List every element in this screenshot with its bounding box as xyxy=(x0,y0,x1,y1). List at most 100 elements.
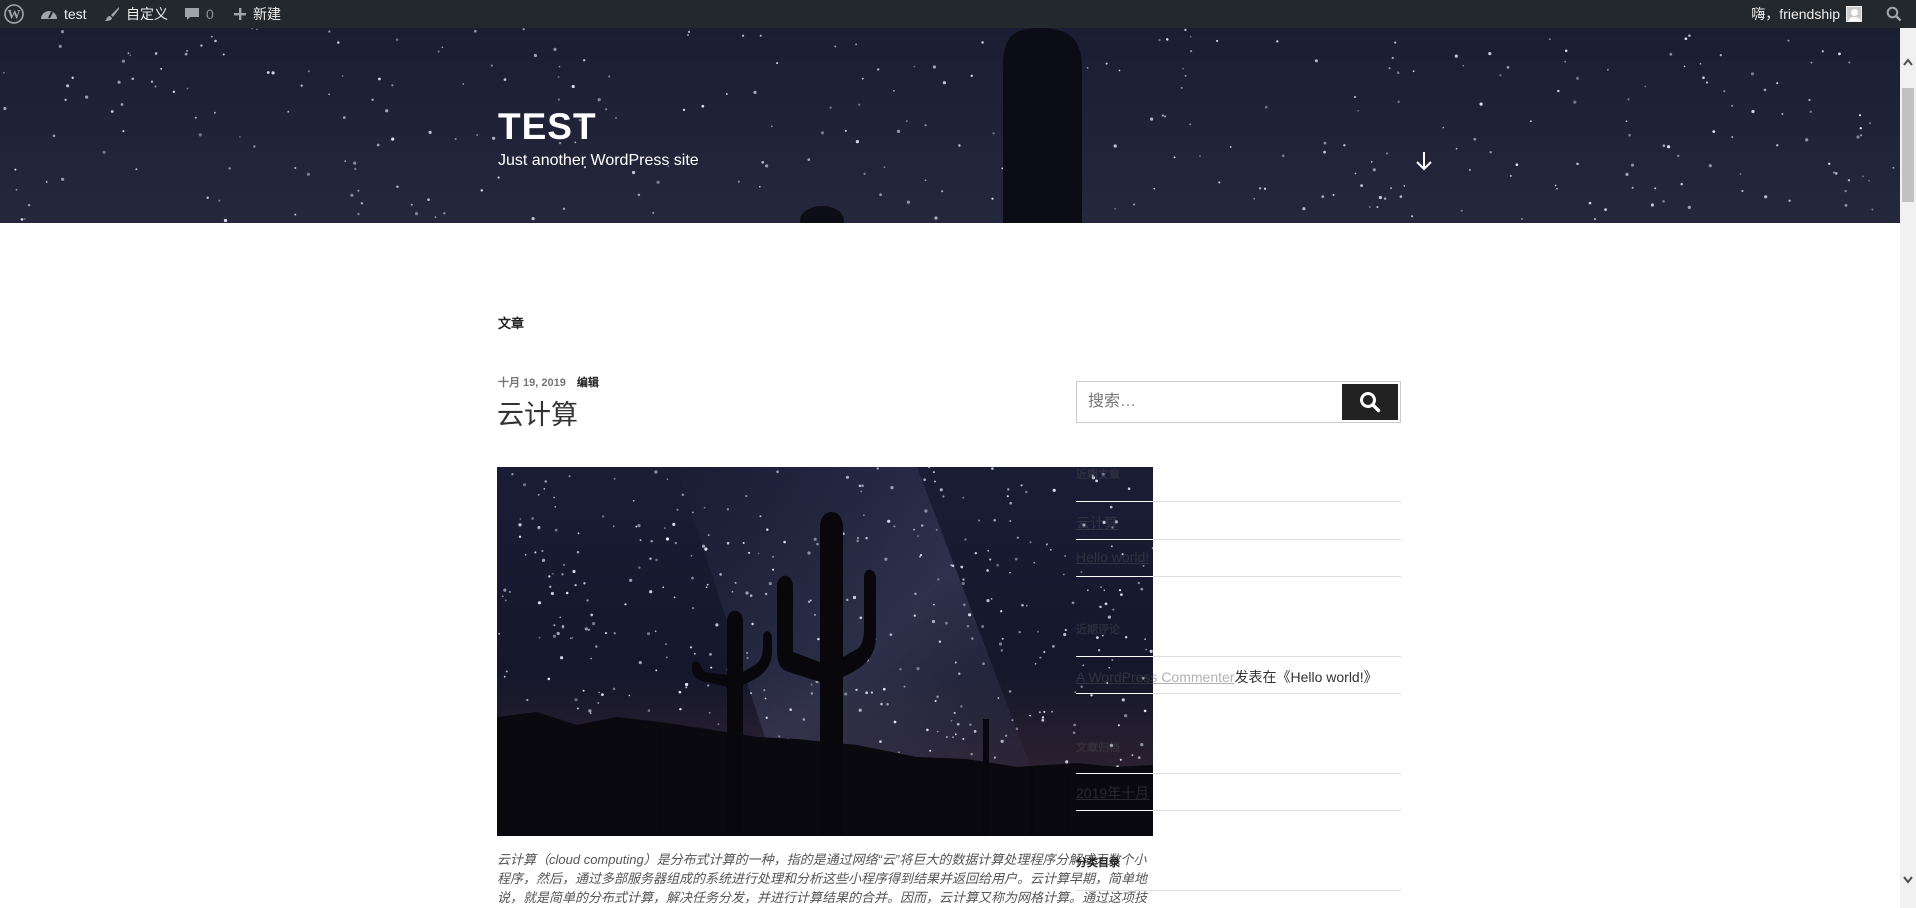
star xyxy=(929,749,932,752)
plus-icon xyxy=(234,8,246,20)
star xyxy=(1397,100,1400,104)
customize-link[interactable]: 自定义 xyxy=(104,0,168,28)
edit-post-link[interactable]: 编辑 xyxy=(577,374,599,390)
admin-search-button[interactable] xyxy=(1886,0,1902,28)
star xyxy=(1809,110,1812,113)
star xyxy=(1111,545,1113,548)
star xyxy=(1488,52,1492,56)
page-title: 文章 xyxy=(498,316,525,331)
star xyxy=(1821,50,1824,53)
comment-post-link[interactable]: 《Hello world!》 xyxy=(1276,669,1377,685)
star xyxy=(490,64,494,67)
star xyxy=(391,84,394,87)
archive-link[interactable]: 2019年十月 xyxy=(1076,783,1149,803)
star xyxy=(1073,723,1076,727)
scroll-down-arrow-icon[interactable] xyxy=(1903,876,1913,884)
star xyxy=(595,645,598,648)
star xyxy=(127,52,130,55)
search-submit-button[interactable] xyxy=(1342,384,1398,420)
star xyxy=(1029,541,1032,544)
star xyxy=(1004,734,1008,737)
star xyxy=(701,544,706,548)
site-name-link[interactable]: test xyxy=(40,0,87,28)
star xyxy=(1479,102,1483,106)
star xyxy=(1856,135,1860,139)
star xyxy=(628,694,631,697)
comments-count: 0 xyxy=(206,6,214,22)
star xyxy=(859,616,863,620)
search-input[interactable] xyxy=(1077,382,1347,422)
my-account-link[interactable]: 嗨，friendship xyxy=(1751,0,1862,28)
star xyxy=(937,578,940,581)
site-title[interactable]: TEST xyxy=(498,106,597,148)
new-content-link[interactable]: 新建 xyxy=(233,0,281,28)
star xyxy=(707,534,710,537)
star xyxy=(1124,714,1128,718)
comment-author-link[interactable]: A WordPress Commenter xyxy=(1076,669,1234,685)
star xyxy=(1103,589,1106,592)
star xyxy=(1650,203,1654,207)
star xyxy=(1302,207,1306,211)
star xyxy=(705,586,708,589)
scroll-up-arrow-icon[interactable] xyxy=(1903,58,1913,66)
star xyxy=(968,613,972,617)
star xyxy=(462,83,465,85)
recent-post-link[interactable]: 云计算 xyxy=(1076,513,1118,533)
star xyxy=(1515,163,1519,167)
star xyxy=(749,594,753,597)
star xyxy=(1120,593,1123,596)
star xyxy=(1343,144,1346,147)
star xyxy=(584,627,588,631)
post-featured-image[interactable] xyxy=(497,467,1153,836)
star xyxy=(765,716,768,719)
star xyxy=(1828,162,1831,165)
post-date[interactable]: 十月 19, 2019 xyxy=(498,374,566,390)
star xyxy=(503,78,507,81)
star xyxy=(200,44,203,47)
star xyxy=(1683,65,1686,68)
star xyxy=(689,646,693,649)
star xyxy=(256,28,258,31)
comments-link[interactable]: 0 xyxy=(184,0,214,28)
star xyxy=(886,703,889,706)
star xyxy=(538,636,541,639)
star xyxy=(350,193,354,197)
star xyxy=(533,53,538,58)
star xyxy=(893,525,896,528)
star xyxy=(889,633,893,637)
star xyxy=(85,95,89,99)
star xyxy=(571,84,575,89)
star xyxy=(632,499,635,502)
star xyxy=(577,532,580,535)
star xyxy=(328,30,331,33)
star xyxy=(1662,200,1665,203)
star xyxy=(936,730,939,733)
star xyxy=(1847,179,1851,182)
star xyxy=(987,549,990,552)
star xyxy=(934,216,938,220)
star xyxy=(574,583,577,587)
post-title[interactable]: 云计算 xyxy=(497,393,578,432)
star xyxy=(635,525,638,528)
scroll-down-arrow-icon[interactable] xyxy=(1414,150,1434,172)
scrollbar-thumb[interactable] xyxy=(1902,88,1914,202)
star xyxy=(1844,204,1848,207)
star xyxy=(1064,555,1066,557)
star xyxy=(576,707,579,710)
star xyxy=(860,490,863,493)
star xyxy=(880,702,883,706)
star xyxy=(935,528,938,531)
star xyxy=(1368,206,1371,208)
star xyxy=(1631,186,1634,189)
star xyxy=(395,38,399,41)
recent-post-link[interactable]: Hello world! xyxy=(1076,549,1149,565)
star xyxy=(992,132,995,135)
star xyxy=(360,202,364,205)
star xyxy=(1712,130,1716,133)
star xyxy=(1216,39,1219,42)
star xyxy=(1399,195,1403,198)
star xyxy=(1468,168,1471,171)
star xyxy=(986,599,990,603)
star xyxy=(962,737,965,741)
wordpress-logo-menu[interactable]: W xyxy=(4,0,24,28)
